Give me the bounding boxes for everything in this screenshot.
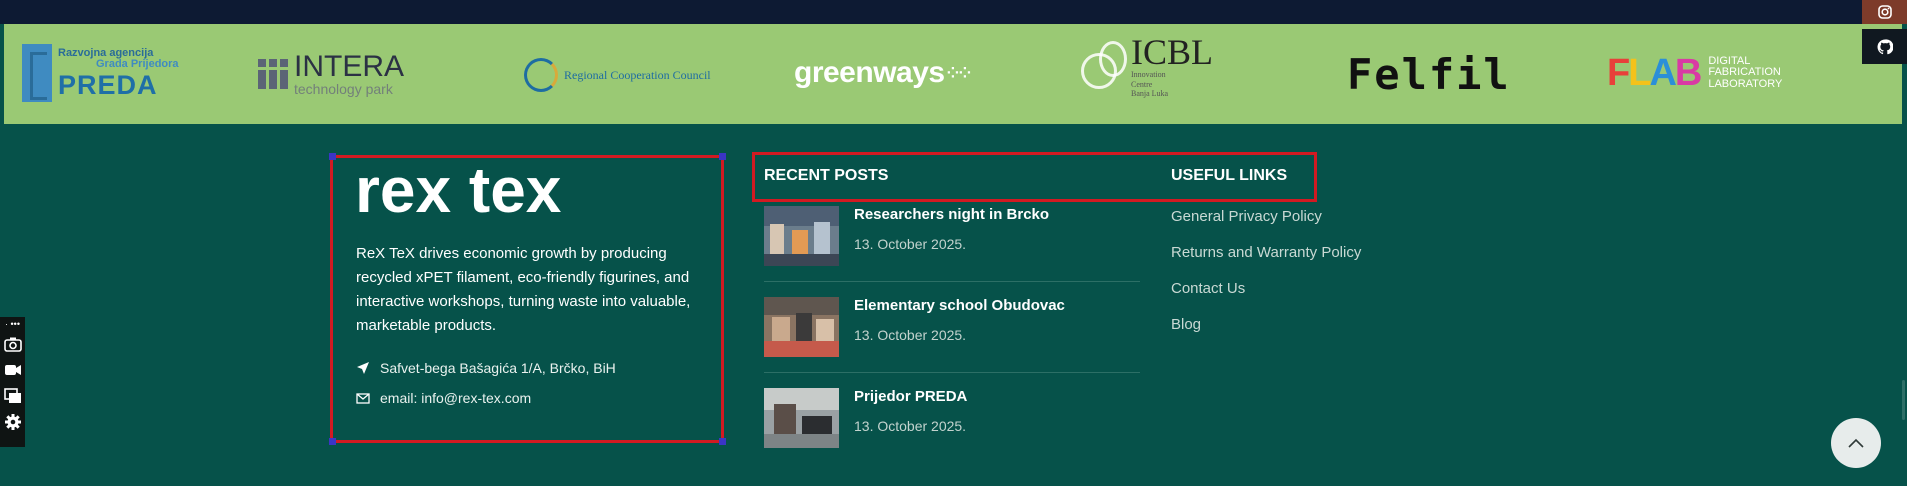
rextex-logo[interactable]: rex tex <box>355 154 595 226</box>
camera-button[interactable] <box>0 331 25 357</box>
felfil-name: Felfil <box>1347 50 1511 99</box>
preda-line1: Razvojna agencija <box>58 46 154 59</box>
partner-logo-flab[interactable]: FLAB DIGITAL FABRICATION LABORATORY <box>1607 54 1782 92</box>
link-general-privacy-policy[interactable]: General Privacy Policy <box>1171 208 1322 225</box>
post-date: 13. October 2025. <box>854 327 967 343</box>
recent-posts-heading: RECENT POSTS <box>764 167 889 184</box>
flab-letters: FLAB <box>1607 52 1702 94</box>
partner-logo-icbl[interactable]: ICBL Innovation Centre Banja Luka <box>1079 34 1213 99</box>
icbl-icon <box>1079 41 1127 91</box>
post-item[interactable]: Elementary school Obudovac 13. October 2… <box>764 297 1140 377</box>
partner-logo-felfil[interactable]: Felfil <box>1347 50 1511 99</box>
selection-handle[interactable] <box>719 153 726 160</box>
email-line[interactable]: email: info@rex-tex.com <box>356 390 531 406</box>
post-date: 13. October 2025. <box>854 418 967 434</box>
post-item[interactable]: Researchers night in Brcko 13. October 2… <box>764 206 1140 286</box>
about-description: ReX TeX drives economic growth by produc… <box>356 245 691 334</box>
partner-logos-band: Razvojna agencija Grada Prijedora PREDA … <box>4 24 1902 124</box>
github-link[interactable] <box>1862 29 1907 64</box>
video-icon <box>4 365 21 375</box>
top-bar <box>0 0 1907 24</box>
scroll-to-top-button[interactable] <box>1831 418 1881 468</box>
greenways-dots-icon: ⁘⁘ <box>946 65 972 82</box>
screen-tools-panel: · ••• <box>0 317 25 447</box>
chevron-up-icon <box>1848 438 1864 448</box>
address-line: Safvet-bega Bašagića 1/A, Brčko, BiH <box>356 360 616 376</box>
selection-handle[interactable] <box>719 438 726 445</box>
selection-handle[interactable] <box>329 438 336 445</box>
window-button[interactable] <box>0 383 25 409</box>
preda-line2: Grada Prijedora <box>96 57 179 70</box>
link-contact-us[interactable]: Contact Us <box>1171 280 1245 297</box>
rextex-logo-graphic: rex tex <box>355 154 562 226</box>
post-title[interactable]: Elementary school Obudovac <box>854 297 1065 314</box>
flab-line3: LABORATORY <box>1708 77 1783 90</box>
intera-sub: technology park <box>294 81 393 97</box>
link-blog[interactable]: Blog <box>1171 316 1201 333</box>
flab-line1: DIGITAL <box>1708 54 1751 67</box>
post-thumbnail <box>764 206 839 266</box>
envelope-icon <box>356 392 370 404</box>
preda-icon <box>22 44 52 102</box>
greenways-name: greenways <box>794 56 945 89</box>
post-thumbnail <box>764 388 839 448</box>
regional-council-text: Regional Cooperation Council <box>564 67 711 82</box>
intera-name: INTERA <box>294 50 405 83</box>
post-divider <box>764 281 1140 282</box>
partner-logo-preda[interactable]: Razvojna agencija Grada Prijedora PREDA <box>22 44 179 102</box>
post-item[interactable]: Prijedor PREDA 13. October 2025. <box>764 388 1140 468</box>
email-text: email: info@rex-tex.com <box>380 390 532 406</box>
link-returns-warranty-policy[interactable]: Returns and Warranty Policy <box>1171 244 1361 261</box>
selection-handle[interactable] <box>329 153 336 160</box>
icbl-sub-2: Centre <box>1131 79 1153 89</box>
post-thumbnail <box>764 297 839 357</box>
post-divider <box>764 372 1140 373</box>
settings-button[interactable] <box>0 409 25 435</box>
instagram-link[interactable] <box>1862 0 1907 24</box>
partner-logo-regional-council[interactable]: Regional Cooperation Council <box>524 58 711 92</box>
intera-icon <box>258 59 288 89</box>
svg-text:rex tex: rex tex <box>355 160 562 224</box>
gear-icon <box>4 414 21 430</box>
video-button[interactable] <box>0 357 25 383</box>
preda-name: PREDA <box>58 69 158 100</box>
tools-grip[interactable]: · ••• <box>0 317 25 331</box>
post-title[interactable]: Prijedor PREDA <box>854 388 967 405</box>
regional-council-icon <box>524 58 558 92</box>
post-title[interactable]: Researchers night in Brcko <box>854 206 1049 223</box>
useful-links-heading: USEFUL LINKS <box>1171 167 1288 184</box>
instagram-icon <box>1877 5 1892 19</box>
github-icon <box>1877 38 1893 54</box>
camera-icon <box>3 337 22 352</box>
window-icon <box>3 388 21 403</box>
page-scrollbar[interactable] <box>1902 380 1905 420</box>
address-text: Safvet-bega Bašagića 1/A, Brčko, BiH <box>380 360 616 376</box>
location-arrow-icon <box>357 362 369 374</box>
partner-logo-greenways[interactable]: greenways ⁘⁘ <box>794 56 971 90</box>
flab-line2: FABRICATION <box>1708 66 1781 79</box>
post-date: 13. October 2025. <box>854 236 967 252</box>
partner-logo-intera[interactable]: INTERA technology park <box>258 52 404 96</box>
icbl-name: ICBL <box>1131 32 1214 72</box>
icbl-sub-3: Banja Luka <box>1131 89 1169 99</box>
